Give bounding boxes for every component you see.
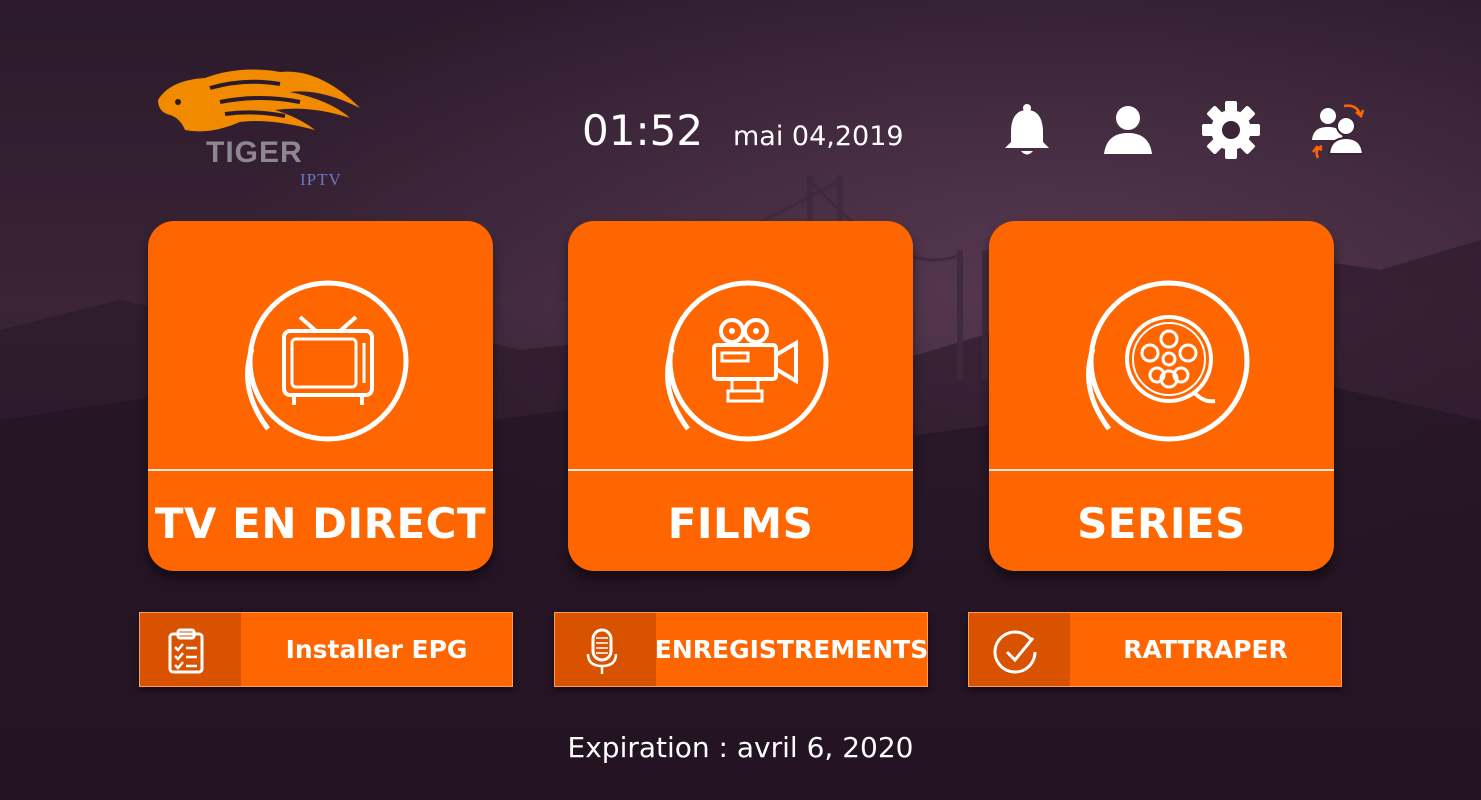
tiger-iptv-logo: TIGER IPTV: [150, 60, 370, 195]
recordings-label: ENREGISTREMENTS: [654, 635, 929, 664]
clipboard-checklist-icon: [168, 628, 204, 674]
card-divider: [148, 469, 493, 471]
card-label-live-tv: TV EN DIRECT: [154, 499, 487, 548]
logo-tiger-text: TIGER: [206, 136, 303, 169]
profile-button[interactable]: [1098, 100, 1158, 160]
install-epg-button[interactable]: Installer EPG: [139, 612, 513, 687]
settings-button[interactable]: [1201, 100, 1261, 160]
check-circle-icon: [993, 630, 1037, 674]
button-icon-box: [140, 613, 241, 686]
card-label-films: FILMS: [667, 499, 814, 548]
catchup-button[interactable]: RATTRAPER: [968, 612, 1342, 687]
clock-date: mai 04,2019: [733, 121, 904, 152]
gear-icon: [1202, 101, 1260, 159]
tv-icon: [245, 280, 409, 442]
clock-time: 01:52: [582, 106, 704, 155]
catchup-label: RATTRAPER: [1123, 635, 1288, 664]
notifications-button[interactable]: [997, 100, 1057, 160]
recordings-button[interactable]: ENREGISTREMENTS: [554, 612, 928, 687]
switch-users-icon: [1312, 104, 1365, 159]
install-epg-label: Installer EPG: [285, 635, 468, 664]
button-icon-box: [555, 613, 656, 686]
switch-account-button[interactable]: [1308, 100, 1368, 160]
card-divider: [568, 469, 913, 471]
logo-iptv-text: IPTV: [300, 170, 342, 189]
user-icon: [1104, 106, 1152, 154]
card-live-tv[interactable]: TV EN DIRECT: [148, 221, 493, 571]
card-label-series: SERIES: [1077, 499, 1246, 548]
expiration-text: Expiration : avril 6, 2020: [567, 731, 914, 764]
microphone-icon: [586, 628, 618, 674]
film-reel-icon: [1086, 280, 1250, 442]
tiger-head-icon: [158, 69, 360, 132]
card-films[interactable]: FILMS: [568, 221, 913, 571]
bell-icon: [1005, 104, 1049, 155]
card-divider: [989, 469, 1334, 471]
movie-camera-icon: [665, 280, 829, 442]
card-series[interactable]: SERIES: [989, 221, 1334, 571]
button-icon-box: [969, 613, 1070, 686]
